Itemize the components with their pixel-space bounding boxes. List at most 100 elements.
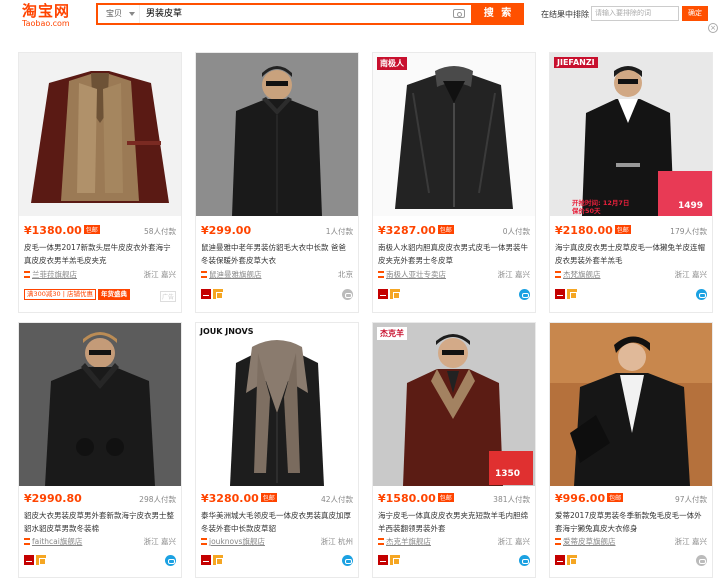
paid-count: 381人付款 xyxy=(493,495,530,504)
price: ¥1380.00 xyxy=(24,224,82,237)
product-card[interactable]: 杰克羊 1350 ¥1580.00 包邮 381人付款 海宁皮毛一体真皮皮衣男夹克… xyxy=(372,322,536,578)
chat-icon[interactable] xyxy=(696,555,707,566)
promo-price: 1350 xyxy=(495,469,521,479)
free-shipping-badge: 包邮 xyxy=(614,225,631,234)
price-row: ¥1380.00 包邮 58人付款 xyxy=(24,224,176,238)
exclude-input[interactable]: 请输入要排除的词 xyxy=(591,6,679,21)
price: ¥996.00 xyxy=(555,492,606,505)
taobao-logo[interactable]: 淘宝网 Taobao.com xyxy=(22,3,82,29)
shop-icon xyxy=(378,538,384,545)
search-input[interactable]: 男装皮草 xyxy=(146,5,446,23)
brand-badge: JOUK JNOVS xyxy=(200,327,254,336)
chat-icon[interactable] xyxy=(342,289,353,300)
product-card[interactable]: 南极人 ¥3287.00 包邮 0人付款 南极人水貂内胆真皮皮衣男式皮毛一体男装牛… xyxy=(372,52,536,313)
product-title[interactable]: 貂皮大衣男装皮草男外套新款海宁皮衣男士整貂水貂皮草男款冬装棉 xyxy=(24,509,176,535)
shop-link[interactable]: faithcai旗舰店 xyxy=(32,537,82,546)
product-image[interactable] xyxy=(19,53,181,216)
chevron-down-icon xyxy=(129,12,135,16)
chat-icon[interactable] xyxy=(519,289,530,300)
shop-icon xyxy=(201,271,207,278)
gold-seller-icon xyxy=(213,555,223,565)
product-title[interactable]: 皮毛一体男2017新款头层牛皮皮衣外套海宁真皮皮衣男羊羔毛皮夹克 xyxy=(24,241,176,267)
product-card[interactable]: ¥2990.80 298人付款 貂皮大衣男装皮草男外套新款海宁皮衣男士整貂水貂皮… xyxy=(18,322,182,578)
gold-seller-icon xyxy=(567,289,577,299)
price-row: ¥996.00 包邮 97人付款 xyxy=(555,492,707,506)
badge-row xyxy=(555,289,707,301)
price: ¥3280.00 xyxy=(201,492,259,505)
camera-icon[interactable] xyxy=(453,9,465,18)
paid-count: 0人付款 xyxy=(502,227,530,236)
paid-count: 42人付款 xyxy=(320,495,353,504)
chat-icon[interactable] xyxy=(519,555,530,566)
price-row: ¥3287.00 包邮 0人付款 xyxy=(378,224,530,238)
free-shipping-badge: 包邮 xyxy=(437,225,454,234)
product-title[interactable]: 泰华美洲城大毛领皮毛一体皮衣男装真皮加厚冬装外套中长款皮草貂 xyxy=(201,509,353,535)
product-card[interactable]: ¥299.00 1人付款 鼠迪曼雅中老年男装仿貂毛大衣中长款 爸爸冬装保暖外套皮… xyxy=(195,52,359,313)
gold-seller-icon xyxy=(390,555,400,565)
paid-count: 298人付款 xyxy=(139,495,176,504)
price-row: ¥1580.00 包邮 381人付款 xyxy=(378,492,530,506)
product-title[interactable]: 海宁皮毛一体真皮皮衣男夹克短款羊毛内胆绵羊西装翻领男装外套 xyxy=(378,509,530,535)
brand-badge: 杰克羊 xyxy=(377,327,407,340)
product-title[interactable]: 海宁真皮皮衣男士皮草皮毛一体獭兔羊皮连帽皮衣男装外套羊羔毛 xyxy=(555,241,707,267)
gold-seller-icon xyxy=(567,555,577,565)
shop-row: 南极人亚壮专卖店 浙江 嘉兴 xyxy=(378,269,530,281)
product-title[interactable]: 南极人水貂内胆真皮皮衣男式皮毛一体男装牛皮夹克外套男士冬皮草 xyxy=(378,241,530,267)
close-icon[interactable]: × xyxy=(708,23,718,33)
shop-row: 爱蒂皮草旗舰店 浙江 嘉兴 xyxy=(555,536,707,548)
product-card[interactable]: ¥1380.00 包邮 58人付款 皮毛一体男2017新款头层牛皮皮衣外套海宁真皮… xyxy=(18,52,182,313)
shop-row: 鼠迪曼雅旗舰店 北京 xyxy=(201,269,353,281)
event-tag[interactable]: 年货盛典 xyxy=(98,289,130,300)
product-image[interactable] xyxy=(19,323,181,486)
badge-row xyxy=(555,555,707,567)
product-card[interactable]: ¥996.00 包邮 97人付款 爱蒂2017皮草男装冬季新款兔毛皮毛一体外套海宁… xyxy=(549,322,713,578)
shop-link[interactable]: 杰克羊旗舰店 xyxy=(386,537,431,546)
product-image[interactable]: JOUK JNOVS xyxy=(196,323,358,486)
chat-icon[interactable] xyxy=(696,289,707,300)
logo-text: 淘宝网 xyxy=(22,2,71,20)
shop-link[interactable]: 南极人亚壮专卖店 xyxy=(386,270,446,279)
shop-link[interactable]: 兰菲菈旗舰店 xyxy=(32,270,77,279)
location: 浙江 嘉兴 xyxy=(674,537,707,546)
product-title[interactable]: 爱蒂2017皮草男装冬季新款兔毛皮毛一体外套海宁獭兔真皮大衣修身 xyxy=(555,509,707,535)
shop-link[interactable]: 鼠迪曼雅旗舰店 xyxy=(209,270,262,279)
shop-link[interactable]: 爱蒂皮草旗舰店 xyxy=(563,537,616,546)
location: 浙江 嘉兴 xyxy=(497,270,530,279)
brand-badge: JIEFANZI xyxy=(554,57,598,68)
badge-row xyxy=(201,555,353,567)
price: ¥299.00 xyxy=(201,224,252,237)
promo-banner-time: 开抢时间: 12月7日 xyxy=(572,199,630,207)
product-card[interactable]: JIEFANZI 开抢时间: 12月7日 保价50天 1499 ¥2180.00… xyxy=(549,52,713,313)
shop-icon xyxy=(201,538,207,545)
shop-icon xyxy=(24,271,30,278)
search-box: 宝贝 男装皮草 xyxy=(96,3,473,25)
coupon-tag[interactable]: 满300减30 | 店铺优惠 xyxy=(24,289,96,300)
promo-banner: 开抢时间: 12月7日 保价50天 xyxy=(572,199,672,215)
confirm-button[interactable]: 确定 xyxy=(682,6,708,21)
search-button[interactable]: 搜 索 xyxy=(473,3,524,25)
shop-link[interactable]: jouknovs旗舰店 xyxy=(209,537,265,546)
badge-row xyxy=(24,555,176,567)
product-card[interactable]: JOUK JNOVS ¥3280.00 包邮 42人付款 泰华美洲城大毛领皮毛一体… xyxy=(195,322,359,578)
chat-icon[interactable] xyxy=(342,555,353,566)
product-image[interactable]: 南极人 xyxy=(373,53,535,216)
shop-link[interactable]: 杰梵旗舰店 xyxy=(563,270,601,279)
price: ¥1580.00 xyxy=(378,492,436,505)
paid-count: 179人付款 xyxy=(670,227,707,236)
shop-row: 兰菲菈旗舰店 浙江 嘉兴 xyxy=(24,269,176,281)
logo-domain: Taobao.com xyxy=(22,19,70,28)
search-category-select[interactable]: 宝贝 xyxy=(98,5,140,23)
tmall-icon xyxy=(378,289,388,299)
product-image[interactable]: 杰克羊 1350 xyxy=(373,323,535,486)
product-title[interactable]: 鼠迪曼雅中老年男装仿貂毛大衣中长款 爸爸冬装保暖外套皮草大衣 xyxy=(201,241,353,267)
product-image[interactable] xyxy=(196,53,358,216)
chat-icon[interactable] xyxy=(165,555,176,566)
location: 北京 xyxy=(338,270,353,279)
tmall-icon xyxy=(555,289,565,299)
search-header: 淘宝网 Taobao.com 宝贝 男装皮草 搜 索 在结果中排除 请输入要排除… xyxy=(0,0,720,34)
price: ¥2180.00 xyxy=(555,224,613,237)
product-image[interactable]: JIEFANZI 开抢时间: 12月7日 保价50天 1499 xyxy=(550,53,712,216)
promo-price: 1499 xyxy=(678,201,704,211)
free-shipping-badge: 包邮 xyxy=(607,493,624,502)
product-image[interactable] xyxy=(550,323,712,486)
